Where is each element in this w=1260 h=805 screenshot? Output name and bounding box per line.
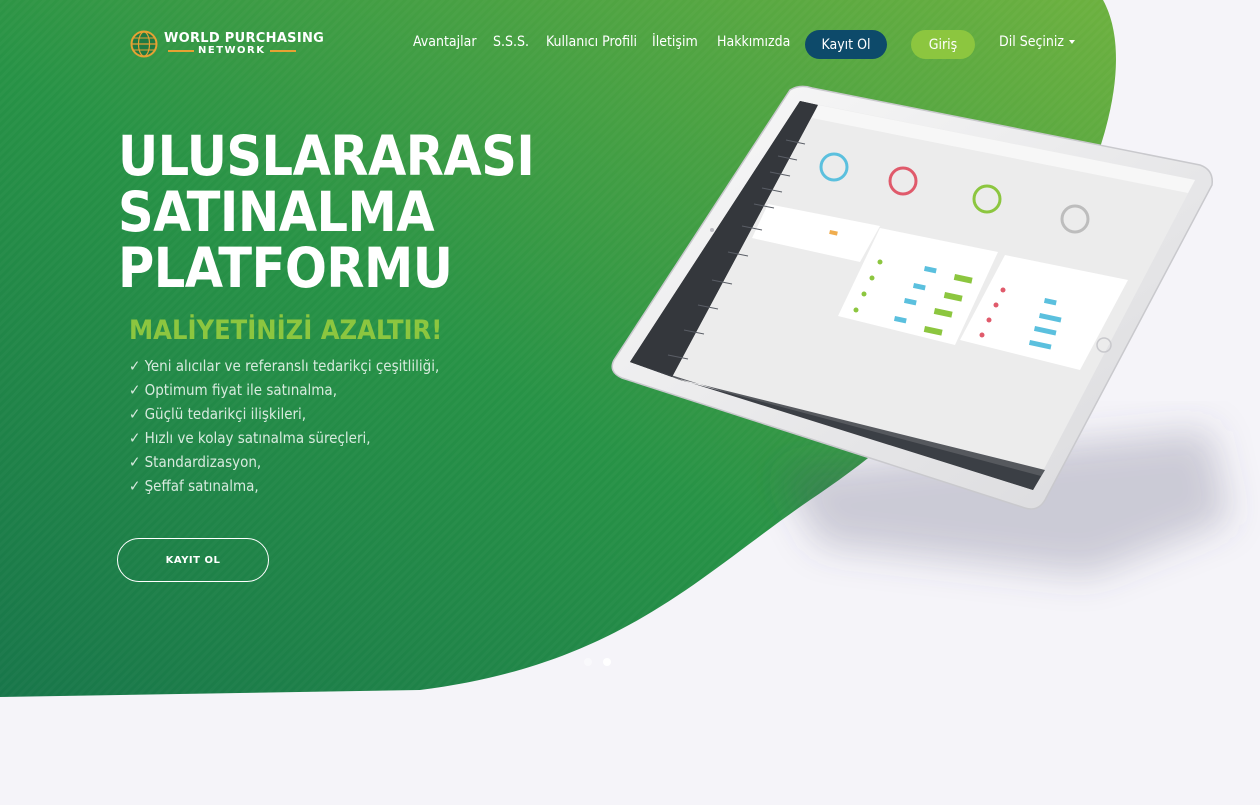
carousel-dot-2-active[interactable] [603, 658, 611, 666]
register-button[interactable]: Kayıt Ol [805, 30, 887, 59]
hero-subtitle: MALİYETİNİZİ AZALTIR! [129, 315, 443, 346]
logo-divider-right [269, 50, 296, 52]
benefit-item: ✓ Yeni alıcılar ve referanslı tedarikçi … [129, 357, 440, 375]
nav-item-sss[interactable]: S.S.S. [493, 34, 529, 50]
nav-item-avantajlar[interactable]: Avantajlar [413, 34, 477, 50]
brand-name-line2: NETWORK [198, 45, 266, 56]
login-button[interactable]: Giriş [911, 30, 975, 59]
hero-title: ULUSLARARASI SATINALMA PLATFORMU [118, 124, 535, 300]
benefit-item: ✓ Optimum fiyat ile satınalma, [129, 381, 337, 399]
benefit-item: ✓ Şeffaf satınalma, [129, 477, 259, 495]
chevron-down-icon [1068, 40, 1075, 44]
hero-title-line: SATINALMA [118, 180, 435, 244]
nav-item-kullanici-profili[interactable]: Kullanıcı Profili [546, 34, 637, 50]
language-dropdown[interactable]: Dil Seçiniz [999, 34, 1075, 50]
benefit-item: ✓ Standardizasyon, [129, 453, 262, 471]
nav-item-iletisim[interactable]: İletişim [652, 34, 698, 50]
benefit-item: ✓ Güçlü tedarikçi ilişkileri, [129, 405, 307, 423]
globe-logo-icon [130, 30, 158, 58]
brand-logo[interactable]: WORLD PURCHASING NETWORK [130, 30, 324, 58]
nav-item-hakkimizda[interactable]: Hakkımızda [717, 34, 790, 50]
benefits-list: ✓ Yeni alıcılar ve referanslı tedarikçi … [129, 354, 439, 498]
hero-title-line: PLATFORMU [118, 236, 453, 300]
brand-name-line1: WORLD PURCHASING [164, 31, 325, 46]
language-label: Dil Seçiniz [999, 34, 1064, 50]
benefit-item: ✓ Hızlı ve kolay satınalma süreçleri, [129, 429, 371, 447]
hero-register-button[interactable]: KAYIT OL [117, 538, 269, 582]
carousel-dot-1[interactable] [584, 658, 592, 666]
hero-title-line: ULUSLARARASI [118, 124, 535, 188]
logo-divider-left [168, 50, 194, 52]
